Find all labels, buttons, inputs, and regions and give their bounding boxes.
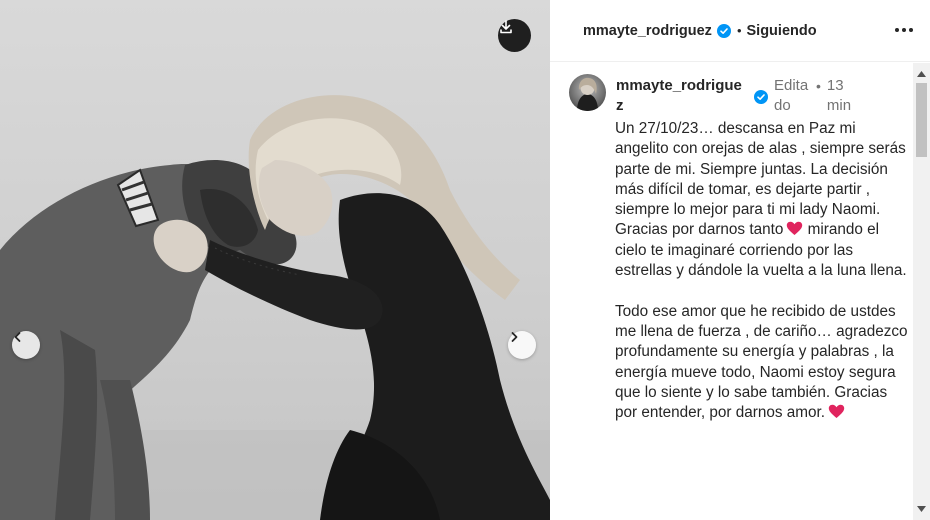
following-button[interactable]: Siguiendo xyxy=(747,23,817,39)
next-image-button[interactable] xyxy=(508,331,536,359)
photo-illustration xyxy=(0,95,550,520)
post-header: mmayte_rodriguez • Siguiendo xyxy=(550,0,930,62)
red-heart-icon xyxy=(828,404,845,419)
post-caption: Un 27/10/23… descansa en Paz mi angelito… xyxy=(615,119,913,423)
comments-scroll-area[interactable]: mmayte_rodriguez Editado • 13 min Un 27/… xyxy=(550,63,930,520)
previous-image-button[interactable] xyxy=(12,331,40,359)
verified-badge-icon xyxy=(754,90,768,109)
avatar[interactable] xyxy=(569,74,606,111)
post-meta: mmayte_rodriguez Editado • 13 min xyxy=(616,76,906,116)
red-heart-icon xyxy=(786,221,803,236)
more-horizontal-icon xyxy=(895,28,899,32)
chevron-left-icon xyxy=(14,332,21,342)
edited-label: Editado xyxy=(774,77,809,114)
chevron-right-icon xyxy=(511,332,518,342)
caption-text: Todo ese amor que he recibido de ustdes … xyxy=(615,302,908,422)
caption-paragraph: Un 27/10/23… descansa en Paz mi angelito… xyxy=(615,119,913,281)
post-timestamp[interactable]: 13 min xyxy=(827,76,861,116)
verified-badge-icon xyxy=(716,23,731,38)
post-username[interactable]: mmayte_rodriguez xyxy=(616,76,746,116)
scroll-up-arrow-icon[interactable] xyxy=(917,69,926,78)
post-panel: mmayte_rodriguez • Siguiendo mmayte_rodr… xyxy=(550,0,930,520)
download-button[interactable] xyxy=(498,19,531,52)
post-photo[interactable] xyxy=(0,0,550,520)
scroll-down-arrow-icon[interactable] xyxy=(917,504,926,513)
download-icon xyxy=(500,20,512,34)
caption-paragraph: Todo ese amor que he recibido de ustdes … xyxy=(615,302,913,424)
scrollbar[interactable] xyxy=(913,63,930,520)
scrollbar-thumb[interactable] xyxy=(916,83,927,157)
header-separator: • xyxy=(736,23,742,38)
meta-separator: • xyxy=(816,78,821,94)
more-options-button[interactable] xyxy=(892,20,916,40)
header-username[interactable]: mmayte_rodriguez xyxy=(583,23,712,39)
